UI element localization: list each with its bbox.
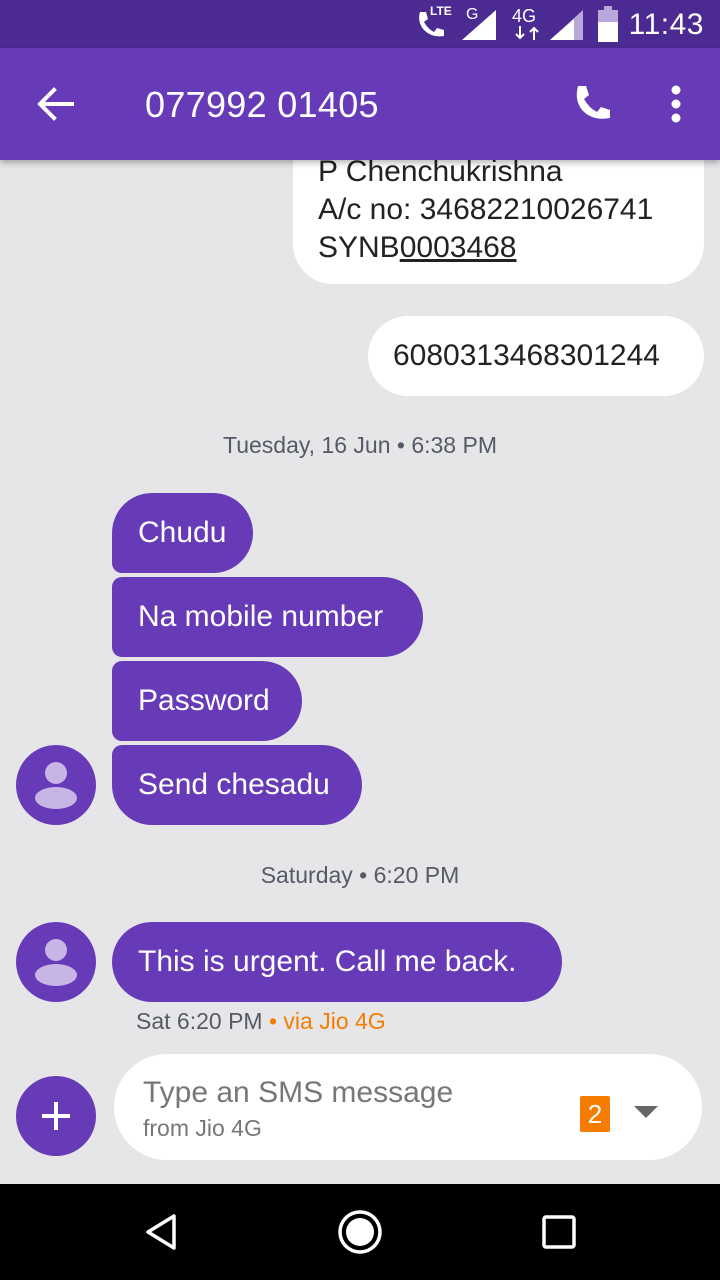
message-text: Password	[138, 684, 270, 717]
status-bar: LTE G 4G 11:43	[0, 0, 720, 48]
message-meta: Sat 6:20 PM • via Jio 4G	[136, 1008, 386, 1035]
battery-icon	[598, 6, 618, 42]
message-text: 6080313468301244	[393, 339, 660, 372]
message-text: SYNB	[318, 231, 400, 264]
arrow-back-icon[interactable]	[34, 82, 78, 126]
message-via: • via Jio 4G	[268, 1008, 386, 1034]
phone-icon[interactable]	[568, 80, 616, 128]
message-text: Na mobile number	[138, 600, 384, 633]
message-line: P Chenchukrishna	[318, 160, 563, 188]
incoming-message[interactable]: Na mobile number	[112, 577, 423, 657]
incoming-message[interactable]: Password	[112, 661, 302, 741]
incoming-message[interactable]: Chudu	[112, 493, 253, 573]
lte-label: LTE	[430, 4, 452, 18]
add-attachment-button[interactable]	[16, 1076, 96, 1156]
4g-label: 4G	[512, 6, 537, 26]
message-text: Send chesadu	[138, 768, 330, 801]
avatar[interactable]	[16, 922, 96, 1002]
message-text: This is urgent. Call me back.	[138, 945, 517, 978]
back-triangle-icon[interactable]	[142, 1212, 182, 1252]
message-line: A/c no: 34682210026741	[318, 193, 654, 226]
incoming-message[interactable]: This is urgent. Call me back.	[112, 922, 562, 1002]
person-icon	[35, 939, 77, 986]
recents-square-icon[interactable]	[541, 1214, 577, 1250]
message-line: SYNB0003468	[318, 229, 704, 267]
more-vert-icon[interactable]	[664, 80, 688, 128]
network-4g-icon	[515, 26, 539, 40]
avatar[interactable]	[16, 745, 96, 825]
outgoing-message[interactable]: P Chenchukrishna A/c no: 34682210026741 …	[293, 160, 704, 284]
app-bar: 077992 01405	[0, 48, 720, 160]
sms-compose-field[interactable]: Type an SMS message from Jio 4G 2	[114, 1054, 702, 1160]
conversation-title: 077992 01405	[145, 84, 379, 125]
message-timestamp: Sat 6:20 PM	[136, 1008, 263, 1034]
signal-g-icon	[462, 10, 496, 40]
navigation-bar	[0, 1184, 720, 1280]
home-circle-icon[interactable]	[337, 1209, 383, 1255]
status-clock: 11:43	[628, 8, 704, 41]
date-separator: Tuesday, 16 Jun • 6:38 PM	[223, 432, 497, 458]
outgoing-message[interactable]: 6080313468301244	[368, 316, 704, 396]
message-link[interactable]: 0003468	[400, 231, 517, 264]
person-icon	[35, 762, 77, 809]
message-text: Chudu	[138, 516, 227, 549]
message-list[interactable]: P Chenchukrishna A/c no: 34682210026741 …	[0, 160, 720, 1184]
arrow-drop-down-icon[interactable]	[634, 1106, 658, 1120]
incoming-message[interactable]: Send chesadu	[112, 745, 362, 825]
plus-icon	[42, 1102, 70, 1130]
sim-badge[interactable]: 2	[580, 1096, 610, 1132]
signal-icon	[550, 10, 583, 40]
compose-placeholder: Type an SMS message	[143, 1076, 454, 1109]
date-separator: Saturday • 6:20 PM	[260, 862, 460, 888]
compose-subtext: from Jio 4G	[143, 1115, 262, 1141]
